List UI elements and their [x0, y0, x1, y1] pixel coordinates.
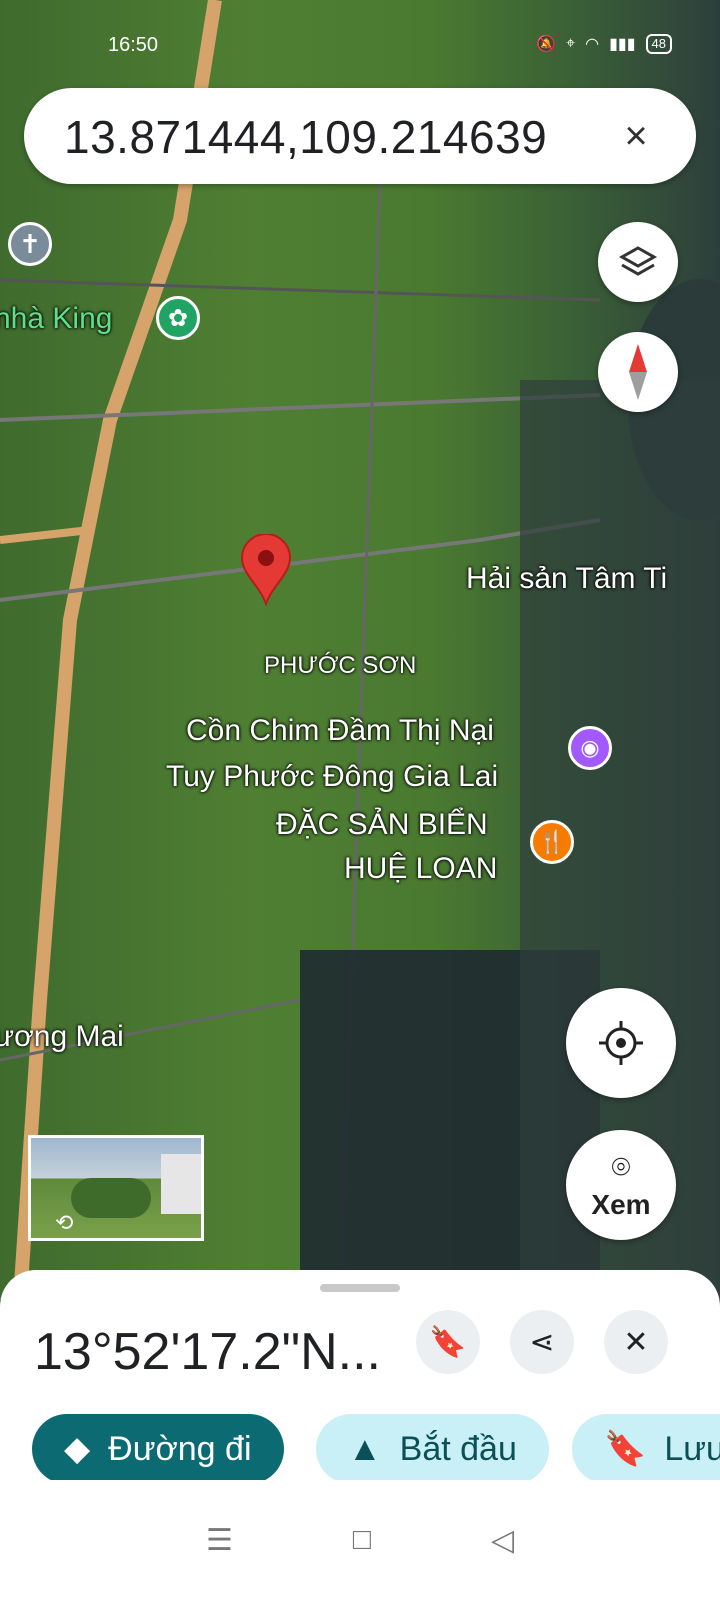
start-label: Bắt đầu — [399, 1429, 517, 1468]
search-query[interactable]: 13.871444,109.214639 — [64, 110, 547, 164]
battery-icon: 48 — [645, 34, 672, 54]
satellite-map[interactable]: ✝ nhà King ✿ Hải sản Tâm Ti PHƯỚC SƠN Cồ… — [0, 0, 720, 1300]
save-button[interactable]: 🔖 Lưu — [572, 1414, 720, 1484]
status-icons: 🔕 ⌖ ◠ ▮▮▮ 48 — [536, 34, 672, 54]
rotate-360-icon: ⟲ — [55, 1210, 74, 1235]
close-icon[interactable]: × — [606, 106, 666, 166]
menu-icon[interactable]: ☰ — [206, 1523, 233, 1558]
save-bookmark-button[interactable]: 🔖 — [416, 1310, 480, 1374]
church-icon[interactable]: ✝ — [8, 222, 52, 266]
map-roads — [0, 0, 720, 1300]
mute-icon: 🔕 — [536, 36, 557, 53]
thumbnail-tree — [71, 1178, 151, 1218]
wifi-icon: ◠ — [585, 36, 600, 53]
bookmark-icon: 🔖 — [604, 1430, 647, 1468]
gps-icon: ⌖ — [566, 35, 576, 52]
bottom-sheet[interactable]: 13°52'17.2"N... 🔖 ⋖ ✕ ◆ Đường đi ▲ Bắt đ… — [0, 1270, 720, 1500]
navigation-arrow-icon: ▲ — [348, 1429, 382, 1468]
back-icon[interactable]: ◁ — [491, 1523, 514, 1558]
place-label-dac-san-line2[interactable]: HUỆ LOAN — [344, 852, 497, 886]
location-pin-icon[interactable] — [240, 534, 292, 606]
my-location-icon — [599, 1021, 643, 1065]
directions-button[interactable]: ◆ Đường đi — [32, 1414, 284, 1484]
street-view-label: Xem — [591, 1189, 651, 1220]
start-button[interactable]: ▲ Bắt đầu — [316, 1414, 549, 1484]
maps-app: ✝ nhà King ✿ Hải sản Tâm Ti PHƯỚC SƠN Cồ… — [0, 0, 720, 1600]
compass-button[interactable] — [598, 332, 678, 412]
area-label-phuoc-son: PHƯỚC SƠN — [264, 652, 417, 679]
place-label-dac-san-line1[interactable]: ĐẶC SẢN BIỂN — [276, 808, 488, 842]
camera-poi-icon[interactable]: ◉ — [568, 726, 612, 770]
place-label-con-chim-line1[interactable]: Cồn Chim Đầm Thị Nại — [186, 714, 494, 748]
system-nav-bar: ☰ □ ◁ — [0, 1480, 720, 1600]
place-label-uong-mai: ương Mai — [0, 1020, 124, 1053]
directions-icon: ◆ — [64, 1430, 91, 1468]
street-view-thumbnail[interactable]: ⟲ — [28, 1135, 204, 1241]
directions-label: Đường đi — [108, 1429, 252, 1468]
status-time: 16:50 — [108, 34, 159, 56]
layers-icon — [618, 246, 658, 276]
compass-icon — [629, 344, 647, 400]
layers-button[interactable] — [598, 222, 678, 302]
street-view-button[interactable]: ⌾ Xem — [566, 1130, 676, 1240]
spa-icon[interactable]: ✿ — [156, 296, 200, 340]
close-sheet-button[interactable]: ✕ — [604, 1310, 668, 1374]
camera-icon: ⌾ — [611, 1149, 631, 1185]
save-label: Lưu — [664, 1429, 720, 1468]
place-label-con-chim-line2[interactable]: Tuy Phước Đông Gia Lai — [166, 760, 498, 794]
my-location-button[interactable] — [566, 988, 676, 1098]
search-bar[interactable]: 13.871444,109.214639 × — [24, 88, 696, 184]
close-icon: ✕ — [623, 1325, 649, 1359]
share-button[interactable]: ⋖ — [510, 1310, 574, 1374]
signal-icon: ▮▮▮ — [609, 36, 636, 53]
home-icon[interactable]: □ — [353, 1523, 371, 1557]
status-bar: 16:50 🔕 ⌖ ◠ ▮▮▮ 48 — [0, 0, 720, 90]
coordinates-title: 13°52'17.2"N... — [34, 1323, 381, 1381]
bookmark-icon: 🔖 — [429, 1325, 467, 1359]
restaurant-icon[interactable]: 🍴 — [530, 820, 574, 864]
drag-handle[interactable] — [320, 1284, 400, 1292]
place-label-hai-san[interactable]: Hải sản Tâm Ti — [466, 562, 667, 596]
place-label-nha-king[interactable]: nhà King — [0, 302, 112, 336]
share-icon: ⋖ — [529, 1325, 555, 1359]
thumbnail-building — [161, 1154, 201, 1214]
